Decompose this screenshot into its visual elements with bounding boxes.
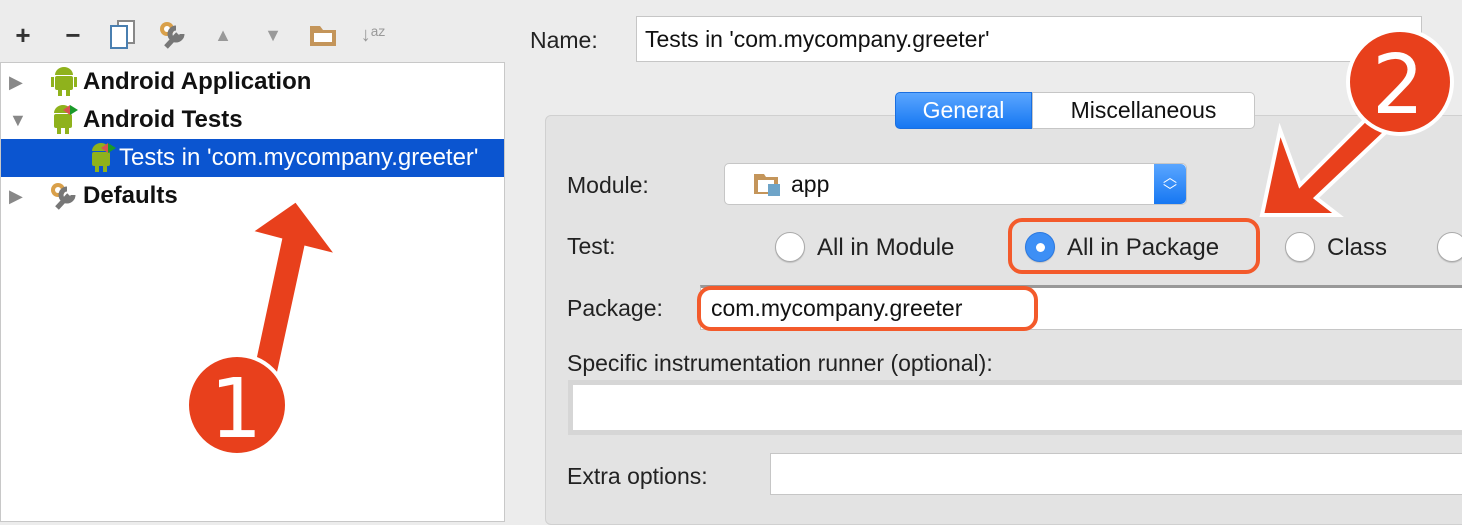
remove-button[interactable]: − (56, 18, 90, 52)
tree-item-label: Android Tests (83, 106, 243, 133)
tree-item-tests-in-package[interactable]: Tests in 'com.mycompany.greeter' (1, 139, 504, 177)
collapse-arrow-icon[interactable]: ▼ (9, 110, 29, 131)
android-icon (47, 67, 81, 97)
move-down-button[interactable]: ▼ (256, 18, 290, 52)
chevron-updown-icon: ︿ ﹀ (1154, 164, 1186, 204)
extra-options-label: Extra options: (567, 463, 708, 489)
module-label: Module: (567, 172, 649, 198)
minus-icon: − (65, 19, 81, 50)
module-value: app (791, 170, 830, 197)
plus-icon: + (15, 19, 31, 50)
sort-button[interactable]: ↓ᵃᶻ (356, 18, 390, 52)
tree-item-label: Defaults (83, 182, 178, 209)
tree-item-android-application[interactable]: ▶ Android Application (1, 63, 504, 101)
package-label: Package: (567, 295, 663, 321)
test-label: Test: (567, 233, 616, 259)
add-button[interactable]: + (6, 18, 40, 52)
radio-label[interactable]: All in Package (1067, 234, 1219, 262)
tab-general[interactable]: General (895, 92, 1032, 129)
package-value[interactable]: com.mycompany.greeter (697, 286, 1038, 331)
module-select[interactable]: app ︿ ﹀ (724, 163, 1187, 205)
tree-item-android-tests[interactable]: ▼ Android Tests (1, 101, 504, 139)
tree-item-defaults[interactable]: ▶ Defaults (1, 177, 504, 215)
copy-button[interactable] (106, 18, 140, 52)
copy-icon (110, 20, 135, 49)
wrench-icon (160, 22, 185, 49)
runner-label: Specific instrumentation runner (optiona… (567, 350, 993, 376)
radio-label[interactable]: Class (1327, 234, 1387, 262)
module-folder-icon (754, 174, 780, 196)
arrow-down-icon: ▼ (264, 24, 282, 45)
sort-az-icon: ↓ᵃᶻ (360, 23, 386, 46)
expand-arrow-icon[interactable]: ▶ (9, 186, 29, 207)
name-label: Name: (530, 27, 598, 53)
arrow-up-icon: ▲ (214, 24, 232, 45)
folder-icon (310, 26, 336, 46)
expand-arrow-icon[interactable]: ▶ (9, 72, 29, 93)
radio-label[interactable]: All in Module (817, 234, 954, 262)
android-test-icon (85, 143, 119, 173)
extra-options-input[interactable] (770, 453, 1462, 495)
edit-defaults-button[interactable] (156, 18, 190, 52)
radio-all-in-module[interactable] (775, 232, 805, 262)
wrench-icon (47, 181, 81, 211)
runner-input[interactable] (568, 380, 1462, 435)
name-input[interactable]: Tests in 'com.mycompany.greeter' (636, 16, 1422, 62)
tab-miscellaneous[interactable]: Miscellaneous (1032, 92, 1255, 129)
annotation-number-2: 2 (1372, 38, 1425, 133)
tree-item-label: Tests in 'com.mycompany.greeter' (119, 144, 479, 171)
radio-class[interactable] (1285, 232, 1315, 262)
radio-method[interactable] (1437, 232, 1462, 262)
android-test-icon (47, 105, 81, 135)
move-up-button[interactable]: ▲ (206, 18, 240, 52)
radio-all-in-package[interactable] (1025, 232, 1055, 262)
tree-item-label: Android Application (83, 68, 312, 95)
folder-button[interactable] (306, 18, 340, 52)
annotation-number-1: 1 (210, 362, 263, 457)
